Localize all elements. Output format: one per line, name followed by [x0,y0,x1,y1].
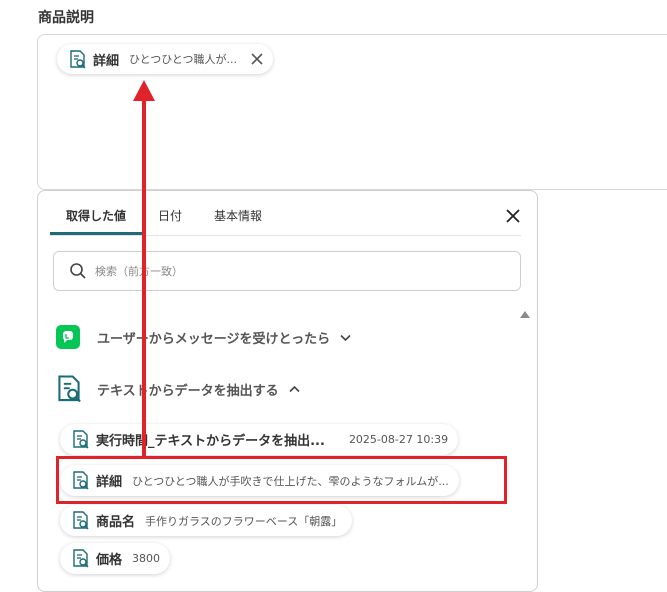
search-icon [70,263,86,279]
doc-search-icon [72,549,89,568]
item-value: 手作りガラスのフラワーベース「朝露」 [145,514,343,528]
tab-bar: 取得した値 日付 基本情報 [50,191,278,235]
tab-date[interactable]: 日付 [142,191,198,235]
annotation-highlight-box [56,456,507,504]
section-line-message[interactable]: ユーザーからメッセージを受けとったら [56,325,351,349]
section-extract-data[interactable]: テキストからデータを抽出する [56,375,300,403]
selected-value-chip[interactable]: 詳細 ひとつひとつ職人が... [57,44,273,74]
close-icon[interactable] [505,208,521,224]
doc-search-icon [72,511,89,530]
item-name: 実行時間_テキストからデータを抽出... [96,434,325,449]
tab-basic-info[interactable]: 基本情報 [198,191,278,235]
section-label: テキストからデータを抽出する [97,383,279,399]
item-name: 商品名 [96,515,136,530]
line-icon [56,325,80,349]
item-value: 2025-08-27 10:39 [348,433,449,446]
chip-value: ひとつひとつ職人が... [129,53,237,66]
search-field[interactable] [53,251,521,291]
list-item[interactable]: 実行時間_テキストからデータを抽出... 2025-08-27 10:39 [60,424,459,455]
doc-search-icon [72,430,89,449]
scroll-up-arrow[interactable] [520,311,530,318]
product-description-label: 商品説明 [38,10,94,26]
item-value: 3800 [132,552,161,565]
tab-acquired-values[interactable]: 取得した値 [50,191,143,235]
chip-name: 詳細 [93,53,120,69]
chevron-up-icon[interactable] [289,384,300,395]
list-item[interactable]: 価格 3800 [60,543,171,574]
item-name: 価格 [96,553,123,568]
list-item[interactable]: 商品名 手作りガラスのフラワーベース「朝露」 [60,505,353,536]
chevron-down-icon[interactable] [340,332,351,343]
tab-divider [50,235,521,236]
search-input[interactable] [93,263,477,279]
doc-search-icon [69,50,86,69]
doc-search-icon [56,375,82,403]
section-label: ユーザーからメッセージを受けとったら [97,331,331,347]
remove-chip-icon[interactable] [251,53,263,65]
